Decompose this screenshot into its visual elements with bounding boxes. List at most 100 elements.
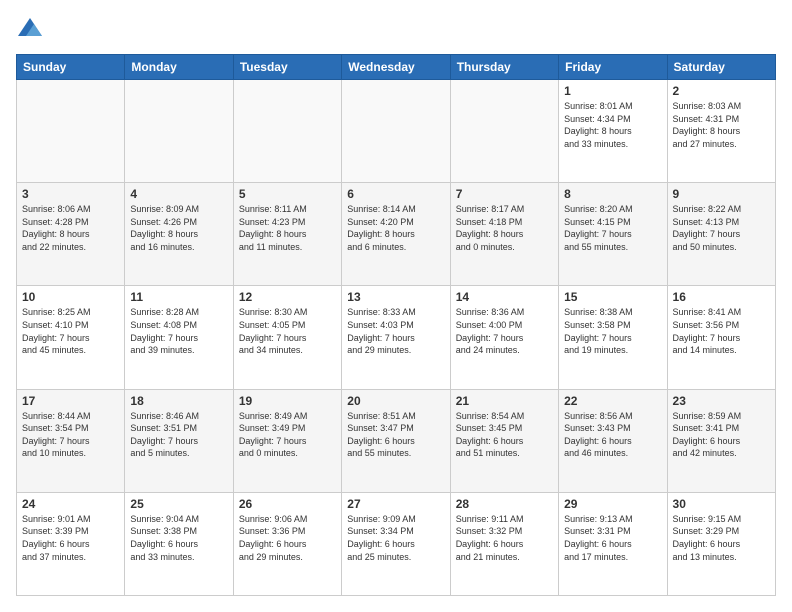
calendar-day: [233, 80, 341, 183]
calendar-day: 11 Sunrise: 8:28 AM Sunset: 4:08 PM Dayli…: [125, 286, 233, 389]
day-info: Sunrise: 8:33 AM Sunset: 4:03 PM Dayligh…: [347, 306, 444, 356]
day-number: 13: [347, 290, 444, 304]
header-thursday: Thursday: [450, 55, 558, 80]
calendar-day: 21 Sunrise: 8:54 AM Sunset: 3:45 PM Dayli…: [450, 389, 558, 492]
day-number: 3: [22, 187, 119, 201]
day-info: Sunrise: 8:09 AM Sunset: 4:26 PM Dayligh…: [130, 203, 227, 253]
day-number: 24: [22, 497, 119, 511]
calendar-day: 3 Sunrise: 8:06 AM Sunset: 4:28 PM Daylig…: [17, 183, 125, 286]
day-number: 11: [130, 290, 227, 304]
day-info: Sunrise: 8:11 AM Sunset: 4:23 PM Dayligh…: [239, 203, 336, 253]
day-number: 19: [239, 394, 336, 408]
day-number: 9: [673, 187, 770, 201]
day-info: Sunrise: 8:06 AM Sunset: 4:28 PM Dayligh…: [22, 203, 119, 253]
day-info: Sunrise: 8:54 AM Sunset: 3:45 PM Dayligh…: [456, 410, 553, 460]
calendar-day: 15 Sunrise: 8:38 AM Sunset: 3:58 PM Dayli…: [559, 286, 667, 389]
day-number: 30: [673, 497, 770, 511]
logo-icon: [16, 16, 44, 44]
day-info: Sunrise: 8:14 AM Sunset: 4:20 PM Dayligh…: [347, 203, 444, 253]
day-number: 16: [673, 290, 770, 304]
day-info: Sunrise: 8:46 AM Sunset: 3:51 PM Dayligh…: [130, 410, 227, 460]
day-info: Sunrise: 8:41 AM Sunset: 3:56 PM Dayligh…: [673, 306, 770, 356]
calendar-day: 6 Sunrise: 8:14 AM Sunset: 4:20 PM Daylig…: [342, 183, 450, 286]
day-info: Sunrise: 8:49 AM Sunset: 3:49 PM Dayligh…: [239, 410, 336, 460]
calendar-day: [450, 80, 558, 183]
day-number: 25: [130, 497, 227, 511]
day-number: 14: [456, 290, 553, 304]
day-info: Sunrise: 9:01 AM Sunset: 3:39 PM Dayligh…: [22, 513, 119, 563]
calendar-week-4: 17Sunrise: 8:44 AM Sunset: 3:54 PM Dayli…: [17, 389, 776, 492]
day-number: 4: [130, 187, 227, 201]
calendar-day: 4 Sunrise: 8:09 AM Sunset: 4:26 PM Daylig…: [125, 183, 233, 286]
day-info: Sunrise: 8:01 AM Sunset: 4:34 PM Dayligh…: [564, 100, 661, 150]
day-info: Sunrise: 9:06 AM Sunset: 3:36 PM Dayligh…: [239, 513, 336, 563]
header-friday: Friday: [559, 55, 667, 80]
calendar-day: 16 Sunrise: 8:41 AM Sunset: 3:56 PM Dayli…: [667, 286, 775, 389]
day-info: Sunrise: 8:03 AM Sunset: 4:31 PM Dayligh…: [673, 100, 770, 150]
calendar-day: 14 Sunrise: 8:36 AM Sunset: 4:00 PM Dayli…: [450, 286, 558, 389]
calendar-day: 10 Sunrise: 8:25 AM Sunset: 4:10 PM Dayli…: [17, 286, 125, 389]
day-number: 18: [130, 394, 227, 408]
calendar-day: 19 Sunrise: 8:49 AM Sunset: 3:49 PM Dayli…: [233, 389, 341, 492]
calendar-week-3: 10 Sunrise: 8:25 AM Sunset: 4:10 PM Dayli…: [17, 286, 776, 389]
day-info: Sunrise: 9:15 AM Sunset: 3:29 PM Dayligh…: [673, 513, 770, 563]
calendar-day: 26 Sunrise: 9:06 AM Sunset: 3:36 PM Dayli…: [233, 492, 341, 595]
day-info: Sunrise: 9:09 AM Sunset: 3:34 PM Dayligh…: [347, 513, 444, 563]
day-info: Sunrise: 9:11 AM Sunset: 3:32 PM Dayligh…: [456, 513, 553, 563]
calendar-day: 7Sunrise: 8:17 AM Sunset: 4:18 PM Daylig…: [450, 183, 558, 286]
calendar-day: 24 Sunrise: 9:01 AM Sunset: 3:39 PM Dayli…: [17, 492, 125, 595]
calendar-day: 13 Sunrise: 8:33 AM Sunset: 4:03 PM Dayli…: [342, 286, 450, 389]
day-number: 28: [456, 497, 553, 511]
day-number: 23: [673, 394, 770, 408]
day-number: 2: [673, 84, 770, 98]
day-info: Sunrise: 8:36 AM Sunset: 4:00 PM Dayligh…: [456, 306, 553, 356]
day-number: 6: [347, 187, 444, 201]
day-number: 26: [239, 497, 336, 511]
calendar-day: 2 Sunrise: 8:03 AM Sunset: 4:31 PM Daylig…: [667, 80, 775, 183]
calendar-day: [342, 80, 450, 183]
day-number: 20: [347, 394, 444, 408]
calendar-week-1: 1Sunrise: 8:01 AM Sunset: 4:34 PM Daylig…: [17, 80, 776, 183]
day-info: Sunrise: 8:44 AM Sunset: 3:54 PM Dayligh…: [22, 410, 119, 460]
header-sunday: Sunday: [17, 55, 125, 80]
day-info: Sunrise: 9:13 AM Sunset: 3:31 PM Dayligh…: [564, 513, 661, 563]
calendar-day: 9 Sunrise: 8:22 AM Sunset: 4:13 PM Daylig…: [667, 183, 775, 286]
day-info: Sunrise: 8:17 AM Sunset: 4:18 PM Dayligh…: [456, 203, 553, 253]
day-info: Sunrise: 9:04 AM Sunset: 3:38 PM Dayligh…: [130, 513, 227, 563]
header-monday: Monday: [125, 55, 233, 80]
day-number: 12: [239, 290, 336, 304]
calendar-day: 20 Sunrise: 8:51 AM Sunset: 3:47 PM Dayli…: [342, 389, 450, 492]
logo: [16, 16, 48, 44]
day-number: 8: [564, 187, 661, 201]
calendar-table: SundayMondayTuesdayWednesdayThursdayFrid…: [16, 54, 776, 596]
calendar-header-row: SundayMondayTuesdayWednesdayThursdayFrid…: [17, 55, 776, 80]
header-wednesday: Wednesday: [342, 55, 450, 80]
day-number: 21: [456, 394, 553, 408]
calendar-day: 5 Sunrise: 8:11 AM Sunset: 4:23 PM Daylig…: [233, 183, 341, 286]
calendar-day: 25 Sunrise: 9:04 AM Sunset: 3:38 PM Dayli…: [125, 492, 233, 595]
day-info: Sunrise: 8:38 AM Sunset: 3:58 PM Dayligh…: [564, 306, 661, 356]
page: SundayMondayTuesdayWednesdayThursdayFrid…: [0, 0, 792, 612]
calendar-day: 27 Sunrise: 9:09 AM Sunset: 3:34 PM Dayli…: [342, 492, 450, 595]
calendar-day: 18 Sunrise: 8:46 AM Sunset: 3:51 PM Dayli…: [125, 389, 233, 492]
day-info: Sunrise: 8:59 AM Sunset: 3:41 PM Dayligh…: [673, 410, 770, 460]
calendar-day: 30 Sunrise: 9:15 AM Sunset: 3:29 PM Dayli…: [667, 492, 775, 595]
day-number: 10: [22, 290, 119, 304]
header: [16, 16, 776, 44]
day-number: 27: [347, 497, 444, 511]
day-number: 5: [239, 187, 336, 201]
day-info: Sunrise: 8:56 AM Sunset: 3:43 PM Dayligh…: [564, 410, 661, 460]
calendar-day: 17Sunrise: 8:44 AM Sunset: 3:54 PM Dayli…: [17, 389, 125, 492]
day-number: 15: [564, 290, 661, 304]
day-info: Sunrise: 8:20 AM Sunset: 4:15 PM Dayligh…: [564, 203, 661, 253]
header-tuesday: Tuesday: [233, 55, 341, 80]
day-info: Sunrise: 8:51 AM Sunset: 3:47 PM Dayligh…: [347, 410, 444, 460]
day-info: Sunrise: 8:28 AM Sunset: 4:08 PM Dayligh…: [130, 306, 227, 356]
day-info: Sunrise: 8:22 AM Sunset: 4:13 PM Dayligh…: [673, 203, 770, 253]
calendar-day: [125, 80, 233, 183]
day-info: Sunrise: 8:25 AM Sunset: 4:10 PM Dayligh…: [22, 306, 119, 356]
calendar-day: 23 Sunrise: 8:59 AM Sunset: 3:41 PM Dayli…: [667, 389, 775, 492]
calendar-day: 12Sunrise: 8:30 AM Sunset: 4:05 PM Dayli…: [233, 286, 341, 389]
calendar-week-5: 24 Sunrise: 9:01 AM Sunset: 3:39 PM Dayli…: [17, 492, 776, 595]
calendar-day: 8 Sunrise: 8:20 AM Sunset: 4:15 PM Daylig…: [559, 183, 667, 286]
